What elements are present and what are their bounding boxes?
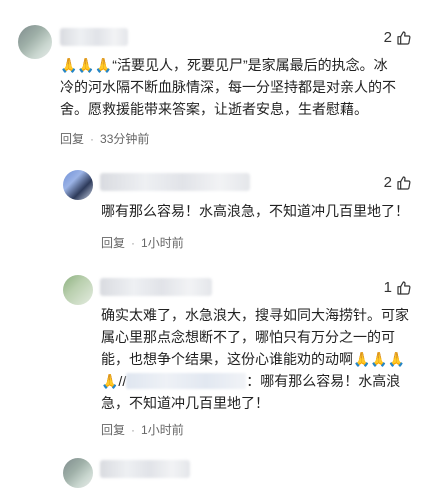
mentioned-user-blurred[interactable] — [126, 373, 247, 389]
thumbs-up-icon — [397, 175, 411, 190]
separator-dot: · — [131, 422, 136, 437]
comment-line: 🙏🙏🙏“活要见人，死要见尸”是家属最后的执念。冰 — [60, 57, 388, 73]
comment-meta: 回复 · 33分钟前 — [60, 130, 149, 147]
reply-button[interactable]: 回复 — [101, 234, 125, 251]
comment-line: 🙏// — [101, 373, 127, 389]
comment-line: 确实太难了，水急浪大，搜寻如同大海捞针。可家 — [101, 307, 409, 323]
comment-line: 舍。愿救援能带来答案，让逝者安息，生者慰藉。 — [60, 101, 368, 117]
timestamp: 1小时前 — [141, 423, 184, 437]
comment-text: 🙏🙏🙏“活要见人，死要见尸”是家属最后的执念。冰 冷的河水隔不断血脉情深，每一分… — [60, 54, 410, 120]
username-blurred[interactable] — [100, 173, 250, 191]
timestamp: 33分钟前 — [100, 132, 150, 146]
thumbs-up-icon — [397, 280, 411, 295]
like-count: 2 — [383, 29, 392, 46]
comment-text: 哪有那么容易！水高浪急，不知道冲几百里地了！ — [101, 200, 421, 222]
like-button[interactable]: 2 — [384, 174, 412, 191]
reply-button[interactable]: 回复 — [101, 421, 125, 438]
separator-dot: · — [90, 131, 95, 146]
comment-line-mention: 🙏// ：哪有那么容易！水高浪 — [101, 370, 421, 392]
timestamp: 1小时前 — [141, 236, 184, 250]
username-blurred[interactable] — [100, 278, 212, 296]
comment-text: 确实太难了，水急浪大，搜寻如同大海捞针。可家 属心里那点念想断不了，哪怕只有万分… — [101, 304, 421, 414]
username-blurred[interactable] — [100, 460, 190, 478]
reply-button[interactable]: 回复 — [60, 130, 84, 147]
avatar[interactable] — [63, 458, 93, 488]
avatar[interactable] — [63, 275, 93, 305]
like-count: 1 — [383, 279, 392, 296]
comment-line: 属心里那点念想断不了，哪怕只有万分之一的可 — [101, 329, 395, 345]
like-count: 2 — [383, 174, 392, 191]
comment-line: 冷的河水隔不断血脉情深，每一分坚持都是对亲人的不 — [60, 79, 396, 95]
comment-line: 哪有那么容易！水高浪急，不知道冲几百里地了！ — [101, 203, 409, 219]
like-button[interactable]: 1 — [384, 279, 412, 296]
separator-dot: · — [131, 235, 136, 250]
thumbs-up-icon — [397, 30, 411, 45]
comment-line: ：哪有那么容易！水高浪 — [246, 373, 401, 389]
comment-meta: 回复 · 1小时前 — [101, 234, 184, 251]
comment-meta: 回复 · 1小时前 — [101, 421, 184, 438]
avatar[interactable] — [63, 170, 93, 200]
comment-line: 急，不知道冲几百里地了！ — [101, 395, 269, 411]
username-blurred[interactable] — [60, 28, 128, 46]
like-button[interactable]: 2 — [384, 29, 412, 46]
avatar[interactable] — [18, 25, 52, 59]
comment-line: 能，也想争个结果，这份心谁能劝的动啊🙏🙏🙏 — [101, 351, 406, 367]
